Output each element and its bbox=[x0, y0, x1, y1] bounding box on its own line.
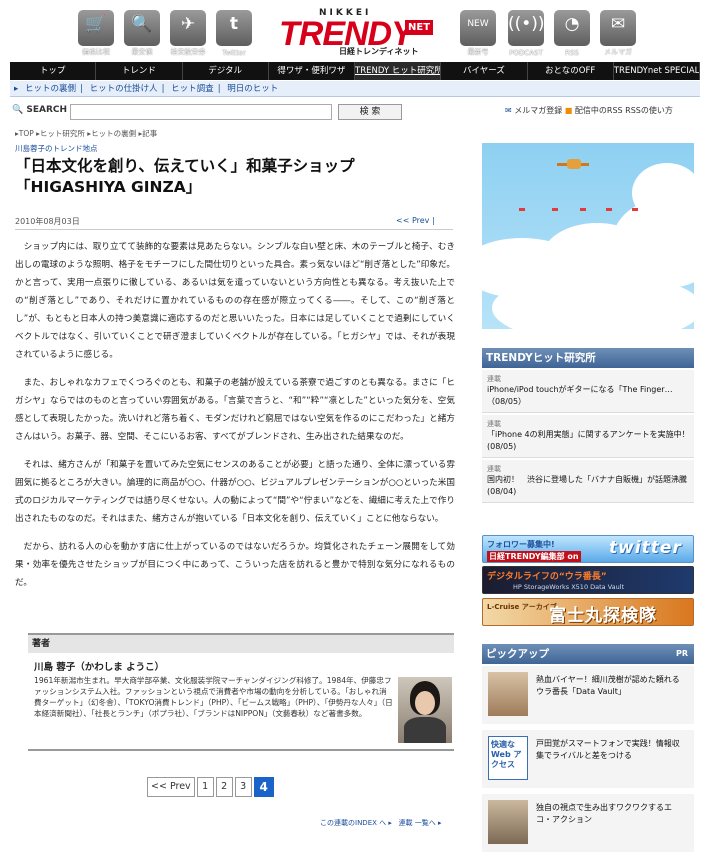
nav-buyers[interactable]: バイヤーズ bbox=[441, 62, 528, 80]
article-date: 2010年08月03日 bbox=[15, 217, 80, 226]
twitter-icon[interactable]: t Twitter bbox=[216, 10, 252, 57]
series-title[interactable]: 川島蓉子のトレンド地点 bbox=[15, 143, 98, 154]
search-label: 🔍 SEARCH bbox=[12, 105, 68, 115]
list-item[interactable]: 連載 国内初！ 渋谷に登場した「バナナ自販機」が話題沸騰 (08/04) bbox=[482, 460, 694, 503]
breadcrumb[interactable]: ▸TOP ▸ヒット研究所 ▸ヒットの裏側 ▸記事 bbox=[15, 128, 157, 139]
author-name: 川島 蓉子（かわしま ようこ） bbox=[34, 662, 165, 673]
icon-label: Twitter bbox=[222, 49, 246, 57]
pager-page[interactable]: 2 bbox=[215, 777, 233, 797]
author-heading: 著者 bbox=[28, 635, 454, 653]
nav-tokuwaza[interactable]: 得ワザ・便利ワザ bbox=[269, 62, 355, 80]
icon-label: PODCAST bbox=[509, 49, 543, 57]
search-icon[interactable]: 🔍 最安値 bbox=[124, 10, 160, 56]
search-icon: 🔍 bbox=[12, 105, 24, 115]
nav-trend[interactable]: トレンド bbox=[96, 62, 183, 80]
nav-hit-lab[interactable]: TRENDY ヒット研究所 bbox=[355, 62, 442, 80]
airplane-icon bbox=[557, 159, 589, 169]
icon-label: 最新号 bbox=[467, 48, 489, 56]
author-box: 著者 川島 蓉子（かわしま ようこ） 1961年新潟市生まれ。早大商学部卒業、文… bbox=[28, 633, 454, 751]
twitter-logo: twitter bbox=[609, 538, 682, 558]
mail-icon[interactable]: ✉ メルマガ bbox=[600, 10, 636, 56]
pickup-heading: ピックアップ PR bbox=[482, 644, 694, 664]
rss-icon[interactable]: ◔ RSS bbox=[554, 10, 590, 57]
pager-page[interactable]: 1 bbox=[196, 777, 214, 797]
sub-nav: ▸ ヒットの裏側 | ヒットの仕掛け人 | ヒット調査 | 明日のヒット bbox=[10, 81, 700, 97]
series-index-link[interactable]: この連載のINDEX へ ▸ bbox=[320, 819, 392, 827]
article-body: ショップ内には、取り立てて装飾的な要素は見あたらない。シンプルな白い壁と床、木の… bbox=[15, 238, 455, 602]
sub-nav-item[interactable]: ヒット調査 bbox=[171, 84, 214, 94]
site-logo[interactable]: NIKKEI TRENDY NET 日経トレンディネット bbox=[279, 8, 439, 56]
podcast-icon[interactable]: ((•)) PODCAST bbox=[508, 10, 545, 57]
icon-label: RSS bbox=[565, 49, 579, 57]
rss-link[interactable]: 配信中のRSS bbox=[575, 106, 623, 115]
site-header: 🛒 価格比較 🔍 最安値 ✈ 格安航空券 t Twitter NIKKEI TRENDY… bbox=[0, 0, 710, 60]
icon-label: 最安値 bbox=[131, 48, 153, 56]
icon-label: 価格比較 bbox=[82, 48, 110, 56]
data-vault-banner[interactable]: デジタルライフの“ウラ番長” HP StorageWorks X510 Data… bbox=[482, 566, 694, 594]
nav-digital[interactable]: デジタル bbox=[183, 62, 269, 80]
hit-lab-list: 連載 iPhone/iPod touchがギターになる「The Finger…（… bbox=[482, 370, 694, 505]
twitter-banner[interactable]: フォロワー募集中! 日経TRENDY編集部 on twitter bbox=[482, 535, 694, 563]
pickup-thumbnail bbox=[488, 800, 528, 844]
pagination: << Prev 1 2 3 4 bbox=[147, 777, 274, 797]
rss-howto-link[interactable]: RSSの使い方 bbox=[625, 106, 673, 115]
pickup-item[interactable]: 快適な Web アクセス 戸田覚がスマートフォンで実践！情報収集でライバルと差を… bbox=[482, 730, 694, 788]
sub-nav-item[interactable]: ヒットの仕掛け人 bbox=[90, 84, 158, 94]
pager-prev[interactable]: << Prev bbox=[147, 777, 195, 797]
sub-nav-item[interactable]: 明日のヒット bbox=[227, 84, 278, 94]
pickup-thumbnail: 快適な Web アクセス bbox=[488, 736, 528, 780]
author-photo bbox=[398, 677, 452, 743]
paragraph: それは、緒方さんが「和菓子を置いてみた空気にセンスのあることが必要」と語った通り… bbox=[15, 460, 455, 524]
mailmag-link[interactable]: メルマガ登録 bbox=[514, 106, 562, 115]
pickup-item[interactable]: 熱血バイヤー！細川茂樹が認めた頼れるウラ番長「Data Vault」 bbox=[482, 666, 694, 724]
search-input[interactable] bbox=[70, 104, 332, 120]
nav-special[interactable]: TRENDYnet SPECIAL bbox=[614, 62, 700, 80]
pager-page[interactable]: 3 bbox=[234, 777, 252, 797]
search-button[interactable]: 検 索 bbox=[338, 104, 402, 120]
list-item[interactable]: 連載 「iPhone 4の利用実態」に関するアンケートを実施中！ (08/05) bbox=[482, 415, 694, 458]
icon-label: メルマガ bbox=[604, 48, 632, 56]
hit-lab-heading[interactable]: TRENDYヒット研究所 bbox=[482, 348, 694, 368]
title-line: 「HIGASHIYA GINZA」 bbox=[15, 178, 202, 196]
fujimaru-banner[interactable]: L-Cruise アーカイブ 富士丸探検隊 bbox=[482, 598, 694, 626]
sub-nav-marker: ▸ bbox=[14, 84, 19, 94]
series-list-link[interactable]: 連載 一覧へ ▸ bbox=[399, 819, 442, 827]
footer-links: この連載のINDEX へ ▸ 連載 一覧へ ▸ bbox=[320, 818, 442, 828]
author-bio: 1961年新潟市生まれ。早大商学部卒業、文化服装学院マーチャンダイジング科修了。… bbox=[34, 676, 393, 718]
nav-otona-off[interactable]: おとなのOFF bbox=[528, 62, 614, 80]
paragraph: また、おしゃれなカフェでくつろぐのとも、和菓子の老舗が設えている茶寮で過ごすのと… bbox=[15, 378, 455, 442]
top-links: ✉ メルマガ登録 ■ 配信中のRSS RSSの使い方 bbox=[505, 105, 673, 116]
mail-icon: ✉ bbox=[505, 106, 512, 115]
pr-badge: PR bbox=[675, 649, 688, 658]
page-title: 「日本文化を創り、伝えていく」和菓子ショップ 「HIGASHIYA GINZA」 bbox=[15, 156, 455, 198]
paragraph: ショップ内には、取り立てて装飾的な要素は見あたらない。シンプルな白い壁と床、木の… bbox=[15, 242, 455, 360]
cart-icon[interactable]: 🛒 価格比較 bbox=[78, 10, 114, 56]
sky-banner[interactable] bbox=[462, 143, 710, 343]
nav-top[interactable]: トップ bbox=[10, 62, 97, 80]
search-bar: 🔍 SEARCH 検 索 bbox=[12, 104, 402, 120]
global-nav: トップ トレンド デジタル 得ワザ・便利ワザ TRENDY ヒット研究所 バイヤ… bbox=[10, 62, 700, 80]
title-line: 「日本文化を創り、伝えていく」和菓子ショップ bbox=[15, 157, 355, 175]
logo-net: NET bbox=[405, 20, 434, 35]
divider bbox=[15, 229, 453, 230]
pickup-item[interactable]: 独自の視点で生み出すワクワクするエコ・アクション bbox=[482, 794, 694, 852]
pager-current-page: 4 bbox=[253, 777, 274, 797]
sub-nav-item[interactable]: ヒットの裏側 bbox=[25, 84, 76, 94]
icon-label: 格安航空券 bbox=[170, 48, 206, 56]
pickup-thumbnail bbox=[488, 672, 528, 716]
prev-link-top[interactable]: << Prev | bbox=[396, 216, 435, 225]
paragraph: だから、訪れる人の心を動かす店に仕上がっているのではないだろうか。均質化されたチ… bbox=[15, 542, 455, 588]
new-issue-icon[interactable]: NEW 最新号 bbox=[460, 10, 496, 56]
list-item[interactable]: 連載 iPhone/iPod touchがギターになる「The Finger…（… bbox=[482, 370, 694, 413]
logo-subtitle: 日経トレンディネット bbox=[339, 47, 419, 56]
rss-icon: ■ bbox=[564, 106, 573, 115]
airplane-icon[interactable]: ✈ 格安航空券 bbox=[170, 10, 206, 56]
